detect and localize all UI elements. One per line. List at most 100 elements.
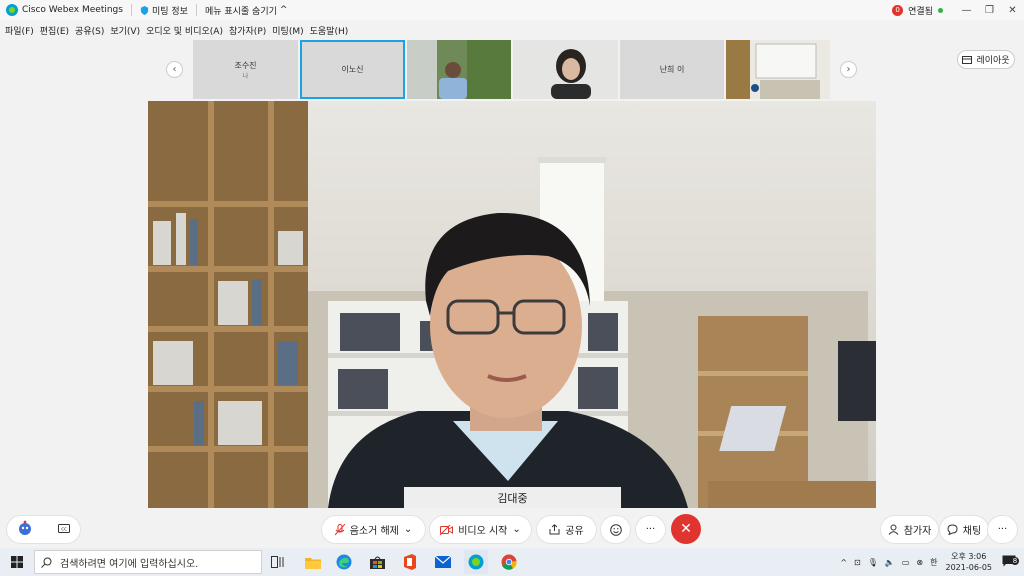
edge-taskbar-app[interactable] [332,550,356,574]
reactions-button[interactable] [601,516,630,543]
cc-icon: cc [58,523,70,533]
participant-tile[interactable]: 이노신 [300,40,405,99]
speaker-name-tag: 김대중 [404,487,621,508]
leave-meeting-button[interactable]: ✕ [671,514,701,544]
chat-panel-button[interactable]: 채팅 [940,516,988,543]
chevron-up-icon[interactable]: ^ [840,558,847,567]
menu-edit[interactable]: 편집(E) [40,24,69,37]
participant-video-thumbnail [513,40,618,99]
blocked-icon[interactable]: ⊗ [916,558,923,567]
panel-more-button[interactable]: ··· [988,516,1017,543]
chevron-down-icon[interactable]: ⌄ [512,524,520,535]
store-bag-icon [369,556,385,569]
menu-file[interactable]: 파일(F) [5,24,34,37]
restore-button[interactable]: ❐ [978,5,1001,16]
shield-icon [140,5,149,15]
task-view-icon [271,556,284,568]
more-icon: ··· [997,524,1008,535]
folder-icon [305,557,321,569]
smiley-icon [609,523,622,536]
layout-icon [962,55,973,64]
assistant-robot-icon [19,520,31,535]
video-off-icon [440,524,454,535]
menu-bar: 파일(F) 편집(E) 공유(S) 보기(V) 오디오 및 비디오(A) 참가자… [0,21,349,39]
speaker-icon[interactable]: 🔈 [885,558,895,567]
notification-center-button[interactable]: 8 [1002,555,1019,569]
close-icon: ✕ [680,521,692,537]
chrome-icon [501,554,517,570]
connection-status[interactable]: 연결됨 [908,4,933,17]
task-view-button[interactable] [266,550,290,574]
menu-share[interactable]: 공유(S) [75,24,104,37]
strip-prev-button[interactable]: ‹ [166,61,183,78]
windows-logo-icon [11,556,23,568]
webex-assistant-button[interactable] [17,520,33,539]
clock-time: 오후 3:06 [951,552,987,561]
unmute-button[interactable]: 음소거 해제 ⌄ [322,516,425,543]
ime-indicator[interactable]: 한 [930,557,937,568]
notification-count: 8 [1011,557,1019,565]
webex-logo-icon [6,4,18,16]
display-icon[interactable]: ▭ [902,558,910,567]
speaker-video-frame [148,101,876,508]
clock-date: 2021-06-05 [945,563,993,572]
participant-tile[interactable] [513,40,618,99]
share-button[interactable]: 공유 [537,516,596,543]
participants-panel-button[interactable]: 참가자 [881,516,938,543]
close-button[interactable]: ✕ [1001,5,1024,16]
participant-name: 조수진 [234,60,257,70]
person-icon [888,524,899,535]
active-speaker-video [148,101,876,508]
menu-view[interactable]: 보기(V) [110,24,140,37]
mic-muted-icon [334,523,345,535]
app-title: Cisco Webex Meetings [22,5,123,15]
file-explorer-taskbar-app[interactable] [301,550,325,574]
chrome-taskbar-app[interactable] [497,550,521,574]
participant-name: 난희 이 [659,65,685,74]
start-button[interactable] [5,550,29,574]
office-taskbar-app[interactable] [398,550,422,574]
participant-tile[interactable]: 난희 이 [620,40,724,99]
hide-menu-bar-button[interactable]: 메뉴 표시줄 숨기기 ^ [205,4,288,17]
webex-icon [468,554,484,570]
menu-audio-video[interactable]: 오디오 및 비디오(A) [146,24,223,37]
chevron-down-icon[interactable]: ⌄ [404,524,412,535]
svg-text:cc: cc [61,526,67,532]
participant-tile[interactable] [726,40,830,99]
participant-video-thumbnail [407,40,511,99]
taskbar-clock[interactable]: 오후 3:06 2021-06-05 [946,551,993,573]
connected-dot-icon [938,7,943,13]
menu-meeting[interactable]: 미팅(M) [272,24,303,37]
store-taskbar-app[interactable] [365,550,389,574]
start-video-button[interactable]: 비디오 시작 ⌄ [430,516,531,543]
webex-taskbar-app[interactable] [464,550,488,574]
participant-tile[interactable]: 조수진 나 [193,40,298,99]
strip-next-button[interactable]: › [840,61,857,78]
microphone-icon[interactable]: 🎙 [868,558,878,567]
mail-taskbar-app[interactable] [431,550,455,574]
menu-help[interactable]: 도움말(H) [310,24,349,37]
more-icon: ··· [645,524,656,535]
minimize-button[interactable]: — [955,5,978,16]
layout-button[interactable]: 레이아웃 [957,50,1015,69]
more-options-button[interactable]: ··· [636,516,665,543]
closed-captions-button[interactable]: cc [58,523,70,536]
chat-icon [947,524,958,535]
office-icon [404,554,416,570]
participant-name: 이노신 [341,65,364,74]
meeting-info-button[interactable]: 미팅 정보 [140,4,188,17]
mail-icon [435,556,451,568]
assistant-toolbar: cc [7,516,80,543]
participant-self-label: 나 [242,72,249,80]
connection-badge: 0 [892,4,904,16]
menu-participants[interactable]: 참가자(P) [229,24,266,37]
participant-tile[interactable] [407,40,511,99]
participant-video-thumbnail [726,40,830,99]
share-icon [549,524,560,535]
title-bar: Cisco Webex Meetings 미팅 정보 메뉴 표시줄 숨기기 ^ … [0,0,1024,20]
search-icon [41,557,52,568]
chevron-up-icon: ^ [279,5,288,15]
taskbar-search-input[interactable]: 검색하려면 여기에 입력하십시오. [34,550,262,574]
network-icon[interactable]: ⊡ [854,558,861,567]
system-tray: ^ ⊡ 🎙 🔈 ▭ ⊗ 한 오후 3:06 2021-06-05 8 [840,548,1024,576]
